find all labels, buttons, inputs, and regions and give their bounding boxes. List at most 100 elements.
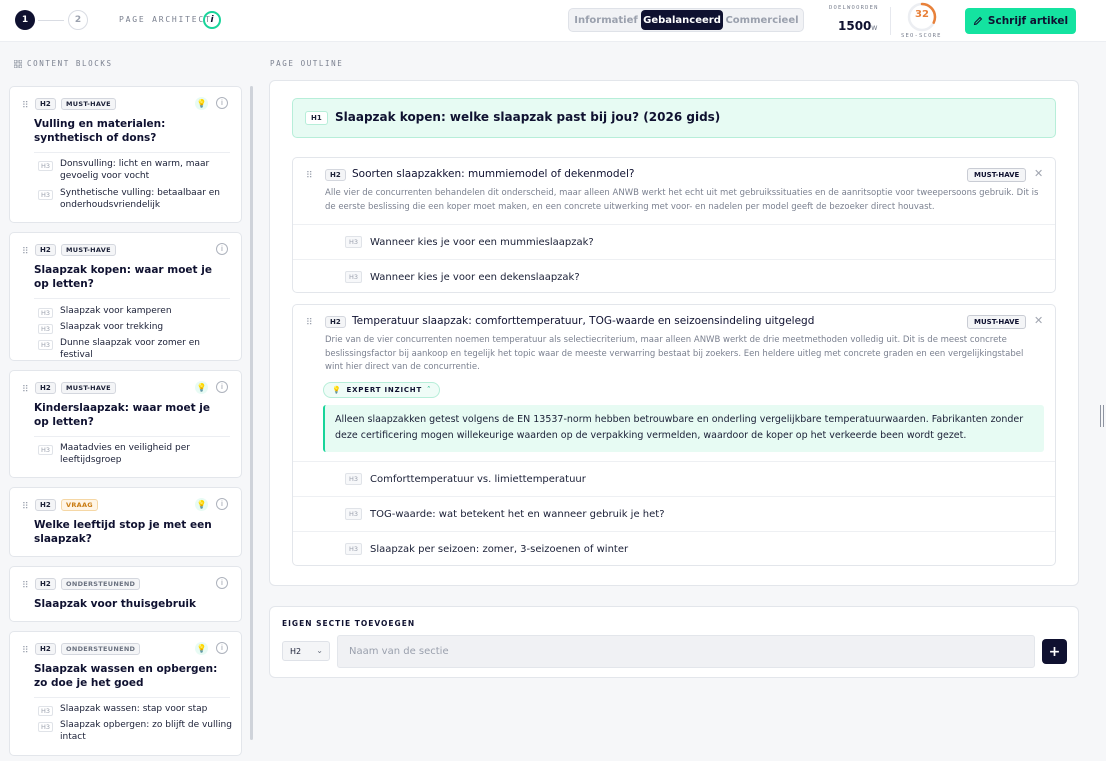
divider bbox=[890, 7, 891, 35]
grid-icon bbox=[14, 59, 22, 68]
close-icon[interactable]: ✕ bbox=[1034, 167, 1043, 180]
priority-tag: MUST-HAVE bbox=[967, 315, 1027, 329]
drag-handle-icon[interactable]: ⠿ bbox=[306, 171, 313, 181]
heading-level-badge: H2 bbox=[325, 169, 346, 181]
drag-handle-icon[interactable]: ⠿ bbox=[22, 646, 29, 656]
heading-level-select[interactable]: H2 ⌄ bbox=[282, 641, 330, 661]
sub-heading-row[interactable]: H3 Wanneer kies je voor een dekenslaapzak… bbox=[293, 259, 1055, 294]
info-icon[interactable]: i bbox=[216, 97, 228, 109]
h1-title[interactable]: Slaapzak kopen: welke slaapzak past bij … bbox=[335, 110, 720, 124]
lightbulb-icon[interactable]: 💡 bbox=[195, 498, 208, 511]
expert-insight-toggle[interactable]: 💡 EXPERT INZICHT ˆ bbox=[323, 382, 441, 398]
content-blocks-scrollbar[interactable] bbox=[250, 86, 253, 740]
section-name-input[interactable]: Naam van de sectie bbox=[337, 635, 1035, 668]
info-icon[interactable]: i bbox=[216, 498, 228, 510]
sub-heading-item: H3 Slaapzak voor kamperen bbox=[38, 306, 234, 318]
content-block-card[interactable]: ⠿ H2 ONDERSTEUNEND 💡 i Slaapzak wassen e… bbox=[9, 631, 242, 756]
add-section-label: EIGEN SECTIE TOEVOEGEN bbox=[282, 619, 416, 628]
step-connector bbox=[38, 20, 64, 21]
heading-level-badge: H2 bbox=[35, 499, 56, 511]
goal-words-value[interactable]: 1500 bbox=[838, 19, 871, 33]
content-blocks-header: CONTENT BLOCKS bbox=[14, 59, 113, 68]
outline-section[interactable]: ⠿ H2 Temperatuur slaapzak: comforttemper… bbox=[292, 304, 1056, 566]
seo-score-label: SEO-SCORE bbox=[901, 33, 942, 39]
block-title: Slaapzak voor thuisgebruik bbox=[34, 598, 196, 610]
sub-heading-row[interactable]: H3 Wanneer kies je voor een mummieslaapza… bbox=[293, 224, 1055, 259]
chevron-up-icon: ˆ bbox=[427, 386, 432, 394]
mode-commercieel-button[interactable]: Commercieel bbox=[723, 10, 801, 30]
block-title: Vulling en materialen: synthetisch of do… bbox=[34, 118, 166, 144]
drag-handle-icon[interactable]: ⠿ bbox=[22, 502, 29, 512]
add-section-panel: EIGEN SECTIE TOEVOEGEN H2 ⌄ Naam van de … bbox=[269, 606, 1079, 678]
block-title: Kinderslaapzak: waar moet je op letten? bbox=[34, 402, 210, 428]
content-block-card[interactable]: ⠿ H2 MUST-HAVE i Slaapzak kopen: waar mo… bbox=[9, 232, 242, 361]
heading-level-badge: H2 bbox=[35, 382, 56, 394]
sub-heading-item: H3 Synthetische vulling: betaalbaar en on… bbox=[38, 188, 234, 211]
top-bar: 1 2 PAGE ARCHITECT i Informatief Gebalan… bbox=[0, 0, 1106, 42]
lightbulb-icon: 💡 bbox=[332, 386, 342, 394]
sub-heading-item: H3 Slaapzak voor trekking bbox=[38, 322, 234, 334]
expert-insight-label: EXPERT INZICHT bbox=[346, 386, 423, 394]
divider bbox=[34, 697, 230, 698]
sub-heading-row[interactable]: H3 Slaapzak per seizoen: zomer, 3-seizoen… bbox=[293, 531, 1055, 566]
content-block-card[interactable]: ⠿ H2 MUST-HAVE 💡 i Kinderslaapzak: waar … bbox=[9, 370, 242, 478]
content-block-card[interactable]: ⠿ H2 VRAAG 💡 i Welke leeftijd stop je me… bbox=[9, 487, 242, 557]
step-1-indicator[interactable]: 1 bbox=[15, 10, 35, 30]
write-article-button[interactable]: Schrijf artikel bbox=[965, 8, 1076, 34]
info-icon[interactable]: i bbox=[203, 11, 221, 29]
add-section-button[interactable]: + bbox=[1042, 639, 1067, 664]
block-title: Slaapzak wassen en opbergen: zo doe je h… bbox=[34, 663, 218, 689]
mode-switcher: Informatief Gebalanceerd Commercieel bbox=[568, 8, 804, 32]
content-blocks-label: CONTENT BLOCKS bbox=[27, 59, 113, 68]
priority-tag: VRAAG bbox=[61, 499, 98, 511]
sub-heading-row[interactable]: H3 TOG-waarde: wat betekent het en wannee… bbox=[293, 496, 1055, 531]
page-outline-label: PAGE OUTLINE bbox=[270, 59, 344, 68]
lightbulb-icon[interactable]: 💡 bbox=[195, 97, 208, 110]
resize-handle[interactable] bbox=[1100, 405, 1104, 427]
mode-informatief-button[interactable]: Informatief bbox=[571, 10, 641, 30]
drag-handle-icon[interactable]: ⠿ bbox=[22, 385, 29, 395]
chevron-down-icon: ⌄ bbox=[316, 646, 323, 655]
heading-level-badge: H2 bbox=[35, 578, 56, 590]
heading-level-badge: H2 bbox=[35, 643, 56, 655]
heading-level-badge: H2 bbox=[35, 98, 56, 110]
divider bbox=[34, 436, 230, 437]
goal-words-unit: w bbox=[871, 23, 878, 32]
drag-handle-icon[interactable]: ⠿ bbox=[22, 581, 29, 591]
mode-gebalanceerd-button[interactable]: Gebalanceerd bbox=[641, 10, 723, 30]
section-title[interactable]: Soorten slaapzakken: mummiemodel of deke… bbox=[352, 168, 634, 180]
step-2-indicator[interactable]: 2 bbox=[68, 10, 88, 30]
priority-tag: MUST-HAVE bbox=[967, 168, 1027, 182]
sub-heading-item: H3 Maatadvies en veiligheid per leeftijds… bbox=[38, 443, 234, 466]
priority-tag: MUST-HAVE bbox=[61, 98, 116, 110]
content-block-card[interactable]: ⠿ H2 ONDERSTEUNEND i Slaapzak voor thuis… bbox=[9, 566, 242, 622]
block-title: Welke leeftijd stop je met een slaapzak? bbox=[34, 519, 212, 545]
lightbulb-icon[interactable]: 💡 bbox=[195, 642, 208, 655]
sub-heading-row[interactable]: H3 Comforttemperatuur vs. limiettemperatu… bbox=[293, 461, 1055, 496]
section-title[interactable]: Temperatuur slaapzak: comforttemperatuur… bbox=[352, 315, 814, 327]
pencil-icon bbox=[973, 16, 983, 26]
heading-level-badge: H2 bbox=[35, 244, 56, 256]
priority-tag: MUST-HAVE bbox=[61, 244, 116, 256]
priority-tag: ONDERSTEUNEND bbox=[61, 578, 141, 590]
close-icon[interactable]: ✕ bbox=[1034, 314, 1043, 327]
priority-tag: MUST-HAVE bbox=[61, 382, 116, 394]
info-icon[interactable]: i bbox=[216, 642, 228, 654]
goal-words-label: DOELWOORDEN bbox=[829, 5, 879, 11]
drag-handle-icon[interactable]: ⠿ bbox=[22, 247, 29, 257]
section-description: Alle vier de concurrenten behandelen dit… bbox=[325, 188, 1039, 212]
sub-heading-item: H3 Slaapzak wassen: stap voor stap bbox=[38, 704, 234, 716]
info-icon[interactable]: i bbox=[216, 243, 228, 255]
write-article-label: Schrijf artikel bbox=[987, 15, 1069, 27]
lightbulb-icon[interactable]: 💡 bbox=[195, 381, 208, 394]
drag-handle-icon[interactable]: ⠿ bbox=[306, 318, 313, 328]
content-block-card[interactable]: ⠿ H2 MUST-HAVE 💡 i Vulling en materialen… bbox=[9, 86, 242, 223]
info-icon[interactable]: i bbox=[216, 577, 228, 589]
divider bbox=[34, 152, 230, 153]
info-icon[interactable]: i bbox=[216, 381, 228, 393]
drag-handle-icon[interactable]: ⠿ bbox=[22, 101, 29, 111]
outline-section[interactable]: ⠿ H2 Soorten slaapzakken: mummiemodel of… bbox=[292, 157, 1056, 293]
h1-block[interactable]: H1 Slaapzak kopen: welke slaapzak past b… bbox=[292, 98, 1056, 138]
divider bbox=[34, 298, 230, 299]
seo-score-value: 32 bbox=[915, 9, 929, 20]
